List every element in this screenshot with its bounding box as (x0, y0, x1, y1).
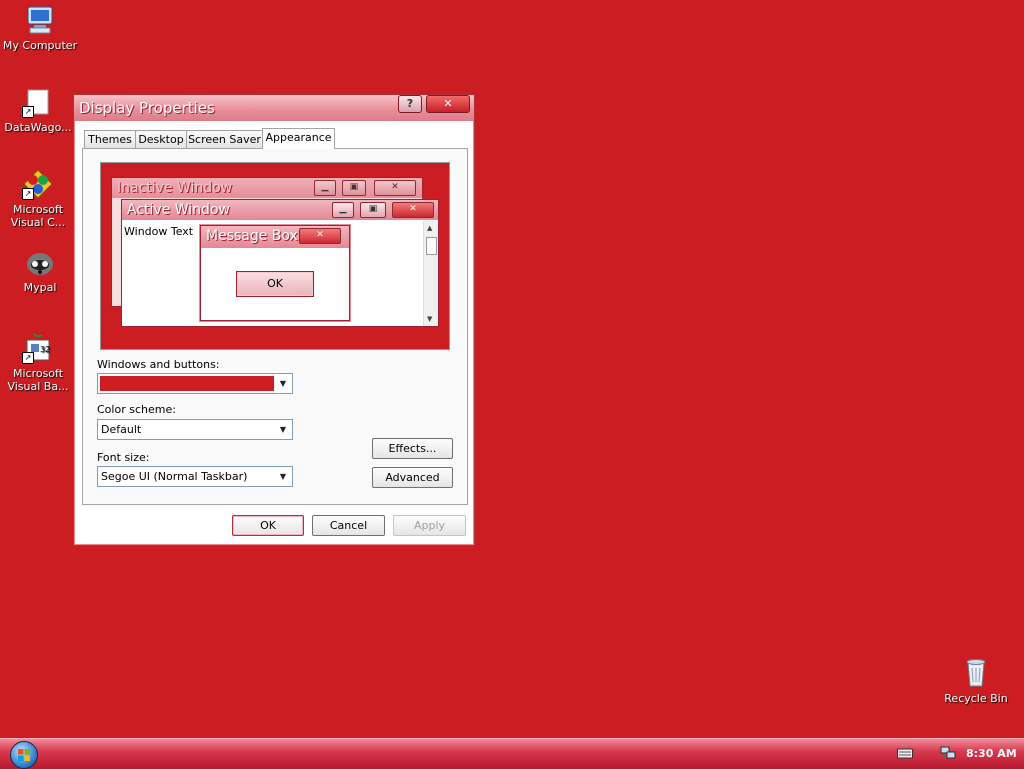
color-scheme-label: Color scheme: (97, 403, 176, 416)
windows-and-buttons-label: Windows and buttons: (97, 358, 220, 371)
windows-and-buttons-swatch (100, 376, 274, 391)
effects-button[interactable]: Effects... (372, 438, 453, 459)
desktop-icon-label: Microsoft Visual C... (10, 203, 66, 229)
desktop-icon-label: Microsoft Visual Ba... (7, 367, 69, 393)
desktop-icon-visual-c[interactable]: ↗ Microsoft Visual C... (0, 168, 76, 229)
desktop-icon-visual-basic[interactable]: 32 ↗ Microsoft Visual Ba... (0, 332, 76, 393)
start-button[interactable] (10, 741, 38, 769)
visual-c-icon: ↗ (22, 168, 54, 200)
desktop-icon-label: Mypal (23, 281, 57, 294)
apply-button[interactable]: Apply (393, 515, 466, 536)
tab-screen-saver[interactable]: Screen Saver (186, 130, 263, 148)
recycle-bin-icon (960, 656, 992, 688)
appearance-panel: Inactive Window ▁ ▣ ✕ Active Window ▁ ▣ … (82, 148, 468, 505)
network-icon[interactable] (940, 746, 956, 760)
font-size-label: Font size: (97, 451, 150, 464)
scroll-down-icon: ▼ (427, 315, 433, 323)
desktop-icon-my-computer[interactable]: My Computer (2, 4, 78, 52)
desktop-icon-datawago[interactable]: ↗ DataWago... (0, 86, 76, 134)
desktop-icon-label: My Computer (2, 39, 78, 52)
visual-basic-icon: 32 ↗ (22, 332, 54, 364)
close-button[interactable]: ✕ (426, 95, 470, 113)
windows-logo-icon (18, 749, 30, 761)
dialog-title: Display Properties (79, 99, 215, 117)
close-icon: ✕ (299, 228, 341, 244)
color-scheme-value: Default (101, 423, 142, 436)
windows-and-buttons-select[interactable]: ▼ (97, 373, 293, 394)
close-icon: ✕ (392, 202, 434, 218)
preview-scrollbar: ▲ ▼ (423, 221, 438, 326)
preview-window-text: Window Text (124, 225, 194, 238)
desktop-icon-label: DataWago... (4, 121, 72, 134)
help-button[interactable]: ? (398, 95, 422, 113)
preview-ok-button: OK (236, 271, 314, 297)
minimize-icon: ▁ (314, 180, 336, 196)
recycle-bin-label: Recycle Bin (944, 692, 1008, 705)
advanced-button[interactable]: Advanced (372, 467, 453, 488)
font-size-select[interactable]: Segoe UI (Normal Taskbar) ▼ (97, 466, 293, 487)
close-icon: ✕ (374, 180, 416, 196)
preview-message-box: Message Box ✕ OK (200, 225, 350, 321)
svg-text:32: 32 (40, 345, 50, 354)
preview-active-title: Active Window (127, 202, 230, 218)
maximize-icon: ▣ (342, 180, 366, 196)
taskbar-clock[interactable]: 8:30 AM (966, 747, 1017, 760)
cancel-button[interactable]: Cancel (312, 515, 385, 536)
scroll-up-icon: ▲ (427, 224, 433, 232)
appearance-preview: Inactive Window ▁ ▣ ✕ Active Window ▁ ▣ … (100, 162, 450, 350)
mypal-icon (24, 246, 56, 278)
font-size-value: Segoe UI (Normal Taskbar) (101, 470, 248, 483)
shortcut-arrow-icon: ↗ (22, 352, 34, 364)
keyboard-icon[interactable] (897, 746, 913, 760)
display-properties-dialog: Display Properties ? ✕ Themes Desktop Sc… (73, 94, 475, 546)
shortcut-arrow-icon: ↗ (22, 106, 34, 118)
ok-button[interactable]: OK (232, 515, 304, 536)
minimize-icon: ▁ (332, 202, 354, 218)
color-scheme-select[interactable]: Default ▼ (97, 419, 293, 440)
dialog-titlebar[interactable]: Display Properties ? ✕ (74, 95, 474, 121)
desktop-icon-mypal[interactable]: Mypal (2, 246, 78, 294)
preview-message-title: Message Box (206, 228, 298, 244)
chevron-down-icon: ▼ (279, 379, 287, 388)
chevron-down-icon: ▼ (279, 472, 287, 481)
taskbar: 8:30 AM (0, 738, 1024, 769)
shortcut-arrow-icon: ↗ (22, 188, 34, 200)
computer-icon (24, 4, 56, 36)
maximize-icon: ▣ (360, 202, 386, 218)
tab-appearance[interactable]: Appearance (262, 128, 335, 149)
tab-desktop[interactable]: Desktop (135, 130, 187, 148)
tab-themes[interactable]: Themes (84, 130, 136, 148)
shortcut-icon: ↗ (22, 86, 54, 118)
chevron-down-icon: ▼ (279, 425, 287, 434)
preview-inactive-title: Inactive Window (117, 180, 233, 196)
desktop-icon-recycle-bin[interactable]: Recycle Bin (942, 656, 1010, 705)
